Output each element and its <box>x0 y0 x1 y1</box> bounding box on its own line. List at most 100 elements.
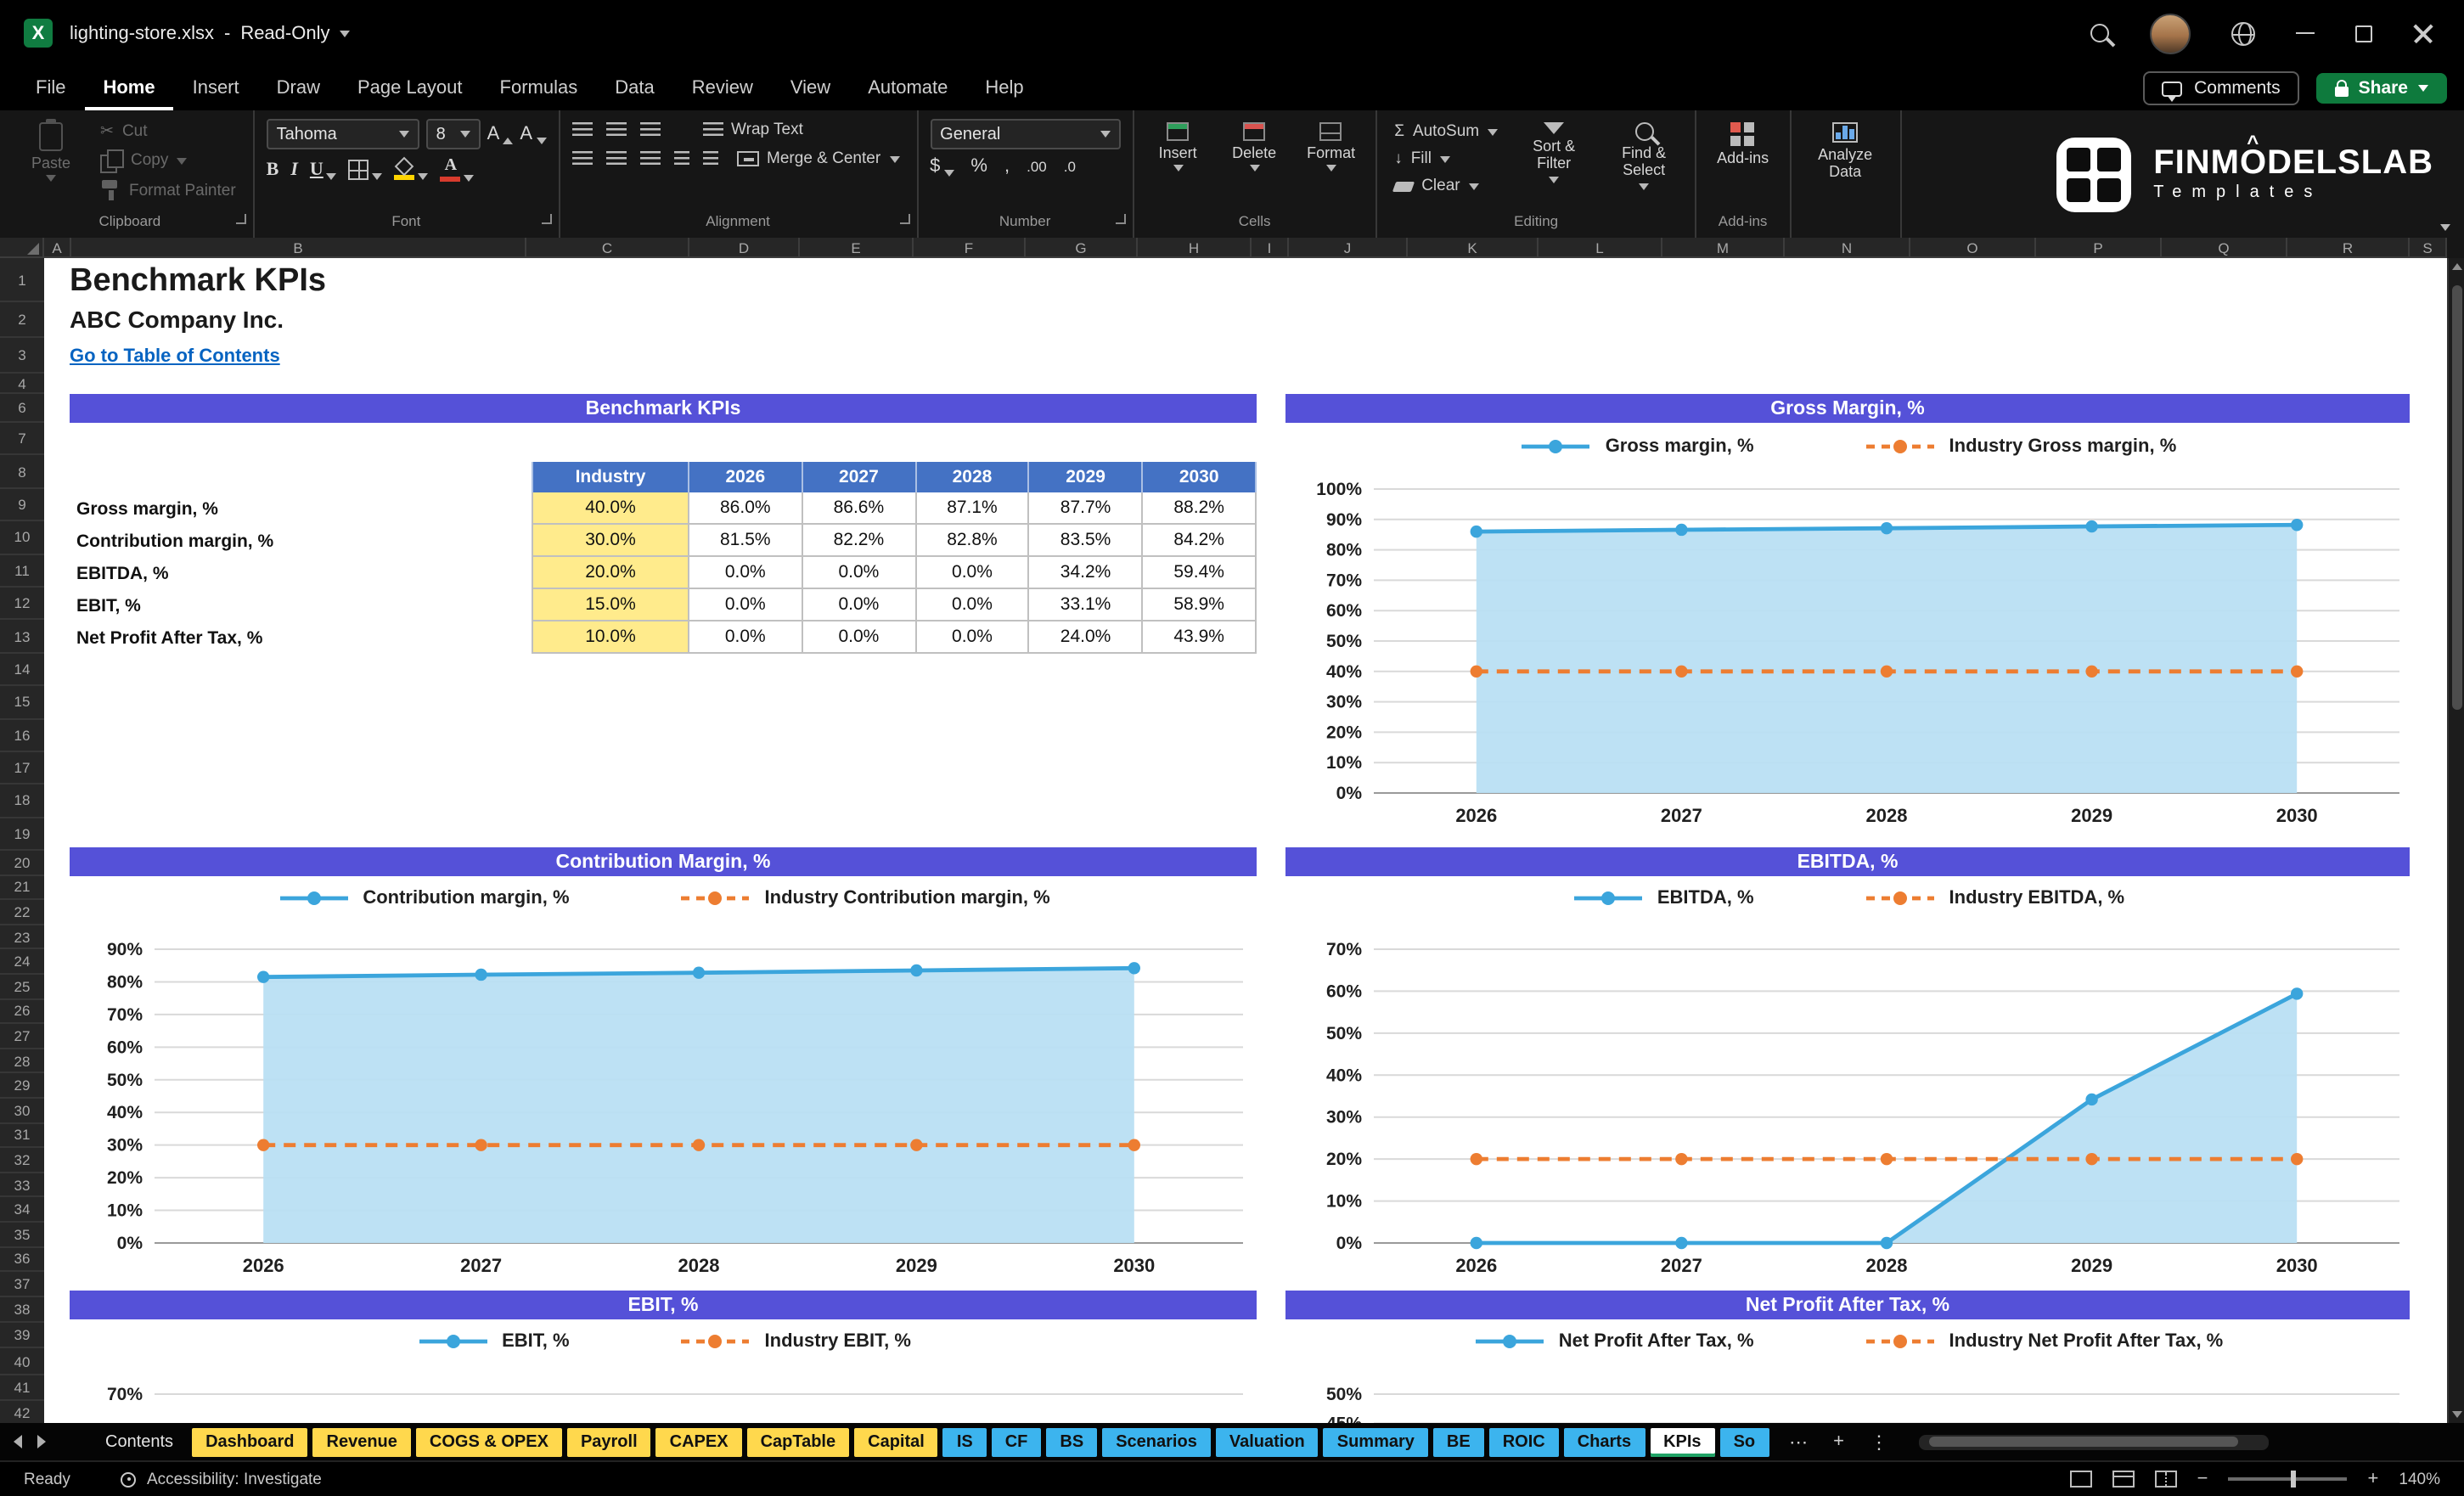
row-header-3[interactable]: 3 <box>0 338 44 374</box>
kpi-value-cell[interactable]: 83.5% <box>1029 525 1144 557</box>
row-header-6[interactable]: 6 <box>0 394 44 423</box>
sheet-tab-captable[interactable]: CapTable <box>746 1427 850 1456</box>
dialog-launcher-icon[interactable] <box>541 214 552 224</box>
sheet-tab-roic[interactable]: ROIC <box>1488 1427 1559 1456</box>
sheet-nav-prev-icon[interactable] <box>14 1435 22 1448</box>
dialog-launcher-icon[interactable] <box>235 214 246 224</box>
kpi-industry-cell[interactable]: 40.0% <box>532 492 689 525</box>
sheet-tab-cf[interactable]: CF <box>991 1427 1042 1456</box>
column-header-m[interactable]: M <box>1662 238 1785 256</box>
column-header-d[interactable]: D <box>689 238 800 256</box>
sheet-tab-be[interactable]: BE <box>1432 1427 1484 1456</box>
page-break-view-icon[interactable] <box>2154 1471 2177 1488</box>
sheet-tab-bs[interactable]: BS <box>1046 1427 1098 1456</box>
row-header-8[interactable]: 8 <box>0 456 44 489</box>
kpi-value-cell[interactable]: 34.2% <box>1029 557 1144 589</box>
kpi-value-cell[interactable]: 24.0% <box>1029 621 1144 654</box>
row-header-20[interactable]: 20 <box>0 851 44 876</box>
close-button[interactable] <box>2413 23 2433 43</box>
sheet-menu-button[interactable]: ⋮ <box>1865 1431 1893 1453</box>
sheet-tab-kpis[interactable]: KPIs <box>1650 1427 1715 1456</box>
cut-button[interactable]: ✂ Cut <box>95 121 241 143</box>
zoom-level[interactable]: 140% <box>2399 1470 2440 1488</box>
search-icon[interactable] <box>2090 24 2109 42</box>
row-header-38[interactable]: 38 <box>0 1297 44 1324</box>
globe-icon[interactable] <box>2231 21 2255 45</box>
row-header-28[interactable]: 28 <box>0 1049 44 1074</box>
add-sheet-button[interactable]: + <box>1828 1431 1849 1452</box>
column-header-l[interactable]: L <box>1539 238 1662 256</box>
autosum-button[interactable]: Σ AutoSum <box>1389 121 1503 143</box>
row-header-33[interactable]: 33 <box>0 1173 44 1198</box>
row-header-29[interactable]: 29 <box>0 1074 44 1100</box>
normal-view-icon[interactable] <box>2069 1471 2092 1488</box>
row-header-24[interactable]: 24 <box>0 950 44 976</box>
kpi-value-cell[interactable]: 0.0% <box>689 589 803 621</box>
align-middle-icon[interactable] <box>605 122 627 138</box>
ribbon-tab-home[interactable]: Home <box>84 66 173 110</box>
kpi-value-cell[interactable]: 0.0% <box>916 557 1030 589</box>
file-title[interactable]: lighting-store.xlsx - Read-Only <box>70 23 351 43</box>
underline-button[interactable]: U <box>310 159 337 179</box>
sheet-nav-next-icon[interactable] <box>37 1435 46 1448</box>
ribbon-tab-file[interactable]: File <box>17 66 84 110</box>
column-header-n[interactable]: N <box>1785 238 1910 256</box>
row-header-32[interactable]: 32 <box>0 1148 44 1173</box>
row-header-11[interactable]: 11 <box>0 554 44 588</box>
align-center-icon[interactable] <box>605 151 627 166</box>
font-color-button[interactable]: A <box>440 156 475 182</box>
kpi-value-cell[interactable]: 88.2% <box>1143 492 1257 525</box>
avatar[interactable] <box>2150 13 2191 53</box>
page-layout-view-icon[interactable] <box>2112 1471 2135 1488</box>
ribbon-tab-help[interactable]: Help <box>966 66 1042 110</box>
sheet-tab-payroll[interactable]: Payroll <box>566 1427 651 1456</box>
font-size-combo[interactable]: 8 <box>425 119 481 149</box>
kpi-value-cell[interactable]: 82.8% <box>916 525 1030 557</box>
accounting-format-button[interactable]: $ <box>930 156 954 177</box>
kpi-value-cell[interactable]: 0.0% <box>802 589 917 621</box>
align-top-icon[interactable] <box>571 122 593 138</box>
increase-decimal-button[interactable]: .00 <box>1027 158 1047 175</box>
row-header-35[interactable]: 35 <box>0 1223 44 1248</box>
row-header-13[interactable]: 13 <box>0 621 44 654</box>
number-format-combo[interactable]: General <box>930 119 1121 149</box>
borders-button[interactable] <box>348 159 383 179</box>
column-header-s[interactable]: S <box>2410 238 2447 256</box>
row-header-37[interactable]: 37 <box>0 1272 44 1297</box>
column-header-j[interactable]: J <box>1289 238 1408 256</box>
sheet-tab-capex[interactable]: CAPEX <box>655 1427 742 1456</box>
merge-center-button[interactable]: Merge & Center <box>731 148 904 170</box>
sheet-tab-so[interactable]: So <box>1719 1427 1769 1456</box>
copy-button[interactable]: Copy <box>95 148 241 173</box>
ribbon-tab-formulas[interactable]: Formulas <box>481 66 597 110</box>
row-header-18[interactable]: 18 <box>0 785 44 818</box>
decrease-decimal-button[interactable]: .0 <box>1064 158 1076 175</box>
sheet-tab-scenarios[interactable]: Scenarios <box>1102 1427 1211 1456</box>
kpi-value-cell[interactable]: 84.2% <box>1143 525 1257 557</box>
horizontal-scrollbar[interactable] <box>1919 1434 2269 1449</box>
row-header-17[interactable]: 17 <box>0 752 44 785</box>
row-header-41[interactable]: 41 <box>0 1375 44 1401</box>
fill-color-button[interactable] <box>394 155 429 179</box>
toc-link[interactable]: Go to Table of Contents <box>70 346 280 367</box>
kpi-value-cell[interactable]: 33.1% <box>1029 589 1144 621</box>
column-header-e[interactable]: E <box>800 238 914 256</box>
row-header-15[interactable]: 15 <box>0 686 44 720</box>
kpi-value-cell[interactable]: 0.0% <box>689 621 803 654</box>
sheet-tab-valuation[interactable]: Valuation <box>1215 1427 1319 1456</box>
row-header-23[interactable]: 23 <box>0 925 44 950</box>
sheet-canvas[interactable]: Benchmark KPIs ABC Company Inc. Go to Ta… <box>44 258 2447 1423</box>
addins-button[interactable]: Add-ins <box>1708 119 1777 171</box>
clear-button[interactable]: Clear <box>1389 175 1503 197</box>
kpi-value-cell[interactable]: 0.0% <box>802 621 917 654</box>
bold-button[interactable]: B <box>267 159 279 179</box>
kpi-value-cell[interactable]: 82.2% <box>802 525 917 557</box>
row-header-36[interactable]: 36 <box>0 1247 44 1273</box>
vertical-scrollbar[interactable] <box>2447 258 2464 1423</box>
row-header-14[interactable]: 14 <box>0 653 44 687</box>
vertical-scrollbar-thumb[interactable] <box>2451 285 2461 710</box>
row-header-1[interactable]: 1 <box>0 258 44 302</box>
increase-indent-icon[interactable] <box>702 151 718 166</box>
zoom-out-button[interactable]: − <box>2197 1469 2208 1489</box>
dialog-launcher-icon[interactable] <box>899 214 910 224</box>
